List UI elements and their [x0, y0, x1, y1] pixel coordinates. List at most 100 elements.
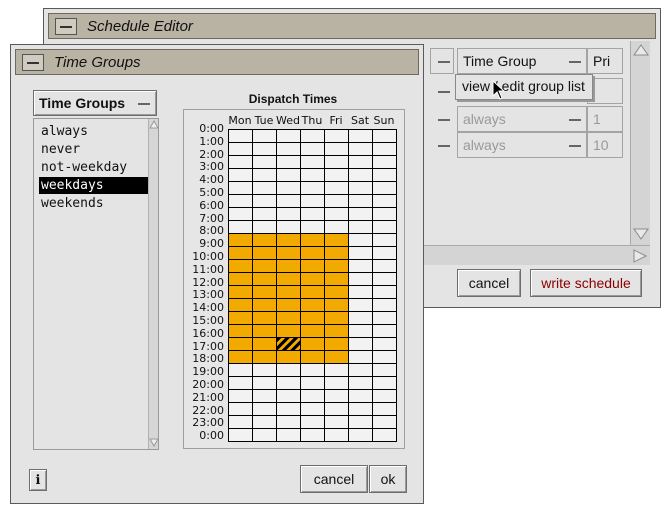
time-slot-cell[interactable] [349, 377, 373, 390]
time-slot-cell[interactable] [301, 403, 325, 416]
time-slot-cell[interactable] [349, 325, 373, 338]
time-slot-cell[interactable] [373, 299, 397, 312]
time-slot-cell[interactable] [229, 416, 253, 429]
time-slot-cell[interactable] [373, 390, 397, 403]
time-slot-cell[interactable] [325, 351, 349, 364]
time-slot-cell[interactable] [373, 234, 397, 247]
time-slot-cell[interactable] [325, 234, 349, 247]
time-slot-cell[interactable] [253, 273, 277, 286]
scroll-down-icon[interactable] [149, 437, 159, 447]
view-edit-group-list-item[interactable]: view / edit group list [462, 78, 585, 94]
time-slot-cell[interactable] [349, 416, 373, 429]
time-slot-cell[interactable] [301, 234, 325, 247]
schedule-cancel-button[interactable]: cancel [457, 269, 521, 297]
time-slot-cell[interactable] [349, 273, 373, 286]
window-menu-icon[interactable] [22, 53, 44, 71]
list-item[interactable]: weekends [39, 195, 148, 212]
time-slot-cell[interactable] [301, 130, 325, 143]
time-slot-cell[interactable] [301, 273, 325, 286]
pri-field-row4[interactable]: 10 [587, 132, 623, 158]
time-slot-cell[interactable] [373, 364, 397, 377]
time-slot-cell[interactable] [277, 312, 301, 325]
time-slot-cell[interactable] [325, 390, 349, 403]
time-slot-cell[interactable] [373, 182, 397, 195]
time-slot-cell[interactable] [229, 130, 253, 143]
time-slot-cell[interactable] [349, 143, 373, 156]
time-slot-cell[interactable] [325, 273, 349, 286]
time-slot-cell[interactable] [325, 429, 349, 442]
time-slot-cell[interactable] [301, 312, 325, 325]
time-slot-cell[interactable] [349, 208, 373, 221]
time-slot-cell[interactable] [325, 156, 349, 169]
time-slot-cell[interactable] [229, 351, 253, 364]
pri-field-row3[interactable]: 1 [587, 106, 623, 132]
time-slot-cell[interactable] [373, 195, 397, 208]
time-slot-cell[interactable] [253, 377, 277, 390]
time-slot-cell[interactable] [301, 195, 325, 208]
time-slot-cell[interactable] [253, 208, 277, 221]
time-slot-cell[interactable] [373, 325, 397, 338]
time-slot-cell[interactable] [277, 364, 301, 377]
time-slot-cell[interactable] [325, 325, 349, 338]
time-slot-cell[interactable] [253, 130, 277, 143]
list-item[interactable]: weekdays [39, 177, 148, 194]
time-slot-cell[interactable] [301, 390, 325, 403]
time-slot-cell[interactable] [229, 221, 253, 234]
time-slot-cell[interactable] [277, 403, 301, 416]
time-slot-cell[interactable] [301, 260, 325, 273]
time-slot-cell[interactable] [373, 260, 397, 273]
time-slot-cell[interactable] [301, 143, 325, 156]
time-slot-cell[interactable] [373, 247, 397, 260]
time-slot-cell[interactable] [349, 390, 373, 403]
list-item[interactable]: always [39, 123, 148, 140]
time-slot-cell[interactable] [229, 312, 253, 325]
time-slot-cell[interactable] [277, 325, 301, 338]
time-slot-cell[interactable] [325, 260, 349, 273]
time-slot-cell[interactable] [349, 299, 373, 312]
time-slot-cell[interactable] [277, 143, 301, 156]
time-slot-cell[interactable] [373, 273, 397, 286]
time-slot-cell[interactable] [229, 429, 253, 442]
time-slot-cell[interactable] [301, 364, 325, 377]
time-slot-cell[interactable] [349, 182, 373, 195]
time-groups-ok-button[interactable]: ok [369, 465, 407, 493]
time-slot-cell[interactable] [349, 312, 373, 325]
time-slot-cell[interactable] [277, 156, 301, 169]
time-slot-cell[interactable] [301, 247, 325, 260]
time-slot-cell[interactable] [253, 143, 277, 156]
time-slot-cell[interactable] [349, 351, 373, 364]
time-slot-cell[interactable] [349, 169, 373, 182]
time-slot-cell[interactable] [373, 416, 397, 429]
time-slot-cell[interactable] [229, 260, 253, 273]
time-slot-cell[interactable] [325, 195, 349, 208]
time-slot-cell[interactable] [253, 169, 277, 182]
time-slot-cell[interactable] [349, 429, 373, 442]
time-slot-cell[interactable] [277, 247, 301, 260]
time-slot-cell[interactable] [277, 260, 301, 273]
time-slot-cell[interactable] [229, 377, 253, 390]
write-schedule-button[interactable]: write schedule [530, 269, 642, 297]
time-slot-cell[interactable] [301, 299, 325, 312]
time-slot-cell[interactable] [325, 299, 349, 312]
time-slot-cell[interactable] [229, 234, 253, 247]
time-slot-cell[interactable] [349, 338, 373, 351]
time-slot-cell[interactable] [253, 286, 277, 299]
time-slot-cell[interactable] [301, 429, 325, 442]
scroll-up-icon[interactable] [149, 120, 159, 130]
time-slot-cell[interactable] [229, 247, 253, 260]
time-slot-cell[interactable] [253, 234, 277, 247]
time-slot-cell[interactable] [373, 338, 397, 351]
time-slot-cell[interactable] [349, 403, 373, 416]
time-slot-cell[interactable] [253, 260, 277, 273]
group-list-scrollbar[interactable] [148, 119, 159, 449]
time-slot-cell[interactable] [349, 195, 373, 208]
time-slot-cell[interactable] [373, 377, 397, 390]
time-slot-cell[interactable] [229, 286, 253, 299]
time-slot-cell[interactable] [325, 403, 349, 416]
time-slot-cell[interactable] [301, 416, 325, 429]
time-slot-cell[interactable] [325, 130, 349, 143]
time-slot-cell[interactable] [301, 338, 325, 351]
time-slot-cell[interactable] [373, 403, 397, 416]
time-slot-cell[interactable] [253, 312, 277, 325]
time-slot-cell[interactable] [373, 143, 397, 156]
